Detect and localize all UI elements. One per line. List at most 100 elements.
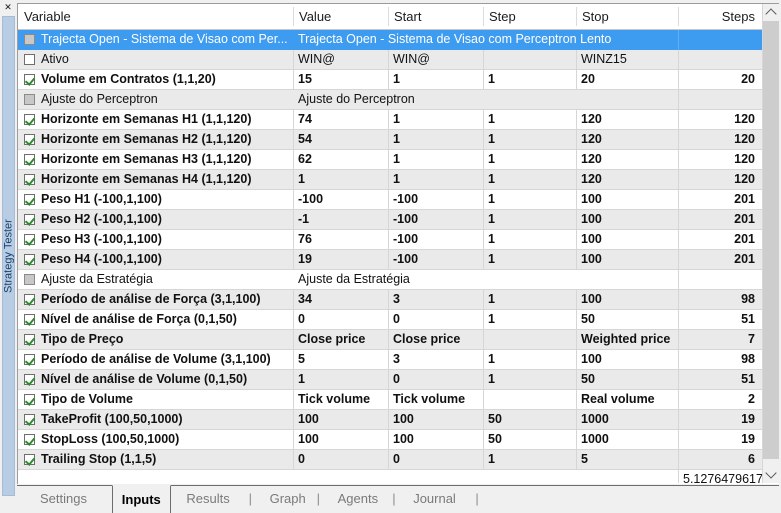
close-icon[interactable]: ✕ [0, 0, 16, 14]
column-header-stop[interactable]: Stop [576, 4, 678, 29]
cell-start[interactable]: 3 [388, 290, 483, 309]
cell-value[interactable]: 34 [293, 290, 388, 309]
checkbox-checked[interactable] [24, 234, 35, 245]
vertical-scrollbar[interactable] [762, 4, 779, 483]
cell-start[interactable]: 1 [388, 130, 483, 149]
cell-start[interactable]: 1 [388, 170, 483, 189]
cell-stop[interactable]: 100 [576, 350, 678, 369]
cell-variable[interactable]: Trailing Stop (1,1,5) [18, 450, 293, 469]
cell-variable[interactable]: Ajuste da Estratégia [18, 270, 293, 289]
cell-stop[interactable]: Weighted price [576, 330, 678, 349]
column-header-steps[interactable]: Steps [678, 4, 763, 29]
cell-variable[interactable]: Horizonte em Semanas H3 (1,1,120) [18, 150, 293, 169]
cell-start[interactable]: 1 [388, 110, 483, 129]
cell-stop[interactable]: 20 [576, 70, 678, 89]
checkbox-checked[interactable] [24, 194, 35, 205]
cell-steps[interactable] [678, 30, 763, 49]
cell-stop[interactable]: 100 [576, 290, 678, 309]
table-row[interactable]: Nível de análise de Volume (0,1,50) 1 0 1 50… [18, 370, 763, 390]
checkbox-checked[interactable] [24, 134, 35, 145]
cell-steps[interactable]: 201 [678, 250, 763, 269]
cell-value[interactable]: 15 [293, 70, 388, 89]
cell-variable[interactable]: Volume em Contratos (1,1,20) [18, 70, 293, 89]
cell-step[interactable] [483, 50, 576, 69]
cell-value[interactable]: 0 [293, 310, 388, 329]
checkbox-checked[interactable] [24, 374, 35, 385]
cell-value[interactable]: -100 [293, 190, 388, 209]
column-divider[interactable] [678, 7, 679, 26]
column-divider[interactable] [483, 7, 484, 26]
scroll-down-button[interactable] [763, 466, 779, 483]
tab-settings[interactable]: Settings [31, 486, 96, 512]
cell-steps[interactable] [678, 50, 763, 69]
cell-stop[interactable]: 5 [576, 450, 678, 469]
cell-start[interactable]: Close price [388, 330, 483, 349]
cell-variable[interactable]: Período de análise de Força (3,1,100) [18, 290, 293, 309]
cell-stop[interactable]: 1000 [576, 410, 678, 429]
cell-step[interactable]: 1 [483, 190, 576, 209]
table-row[interactable]: StopLoss (100,50,1000) 100 100 50 1000 19 [18, 430, 763, 450]
scrollbar-thumb[interactable] [763, 21, 779, 459]
table-row[interactable]: Tipo de Preço Close price Close price Weigh… [18, 330, 763, 350]
cell-steps[interactable]: 19 [678, 430, 763, 449]
cell-value[interactable]: 100 [293, 430, 388, 449]
cell-step[interactable]: 50 [483, 410, 576, 429]
cell-value[interactable]: WIN@ [293, 50, 388, 69]
cell-value[interactable]: 100 [293, 410, 388, 429]
cell-steps[interactable] [678, 90, 763, 109]
table-row[interactable]: Horizonte em Semanas H3 (1,1,120) 62 1 1 120… [18, 150, 763, 170]
checkbox-grey[interactable] [24, 34, 35, 45]
cell-stop[interactable]: 120 [576, 130, 678, 149]
cell-steps[interactable]: 98 [678, 350, 763, 369]
tab-graph[interactable]: Graph [261, 486, 315, 512]
table-row[interactable]: Ajuste da Estratégia Ajuste da Estratégia [18, 270, 763, 290]
cell-variable[interactable]: Peso H2 (-100,1,100) [18, 210, 293, 229]
cell-stop[interactable]: WINZ15 [576, 50, 678, 69]
table-row[interactable]: Trailing Stop (1,1,5) 0 0 1 5 6 [18, 450, 763, 470]
cell-steps[interactable]: 20 [678, 70, 763, 89]
checkbox-checked[interactable] [24, 294, 35, 305]
table-row[interactable]: Horizonte em Semanas H2 (1,1,120) 54 1 1 120… [18, 130, 763, 150]
cell-step[interactable]: 1 [483, 230, 576, 249]
cell-stop[interactable]: 100 [576, 230, 678, 249]
column-header-step[interactable]: Step [483, 4, 576, 29]
cell-steps[interactable]: 6 [678, 450, 763, 469]
tab-journal[interactable]: Journal [404, 486, 465, 512]
cell-start[interactable]: -100 [388, 230, 483, 249]
cell-step[interactable]: 1 [483, 170, 576, 189]
tab-inputs[interactable]: Inputs [111, 485, 171, 513]
table-row[interactable]: Período de análise de Volume (3,1,100) 5 3… [18, 350, 763, 370]
checkbox-checked[interactable] [24, 394, 35, 405]
cell-variable[interactable]: Horizonte em Semanas H4 (1,1,120) [18, 170, 293, 189]
cell-start[interactable]: 100 [388, 430, 483, 449]
cell-variable[interactable]: Trajecta Open - Sistema de Visao com Per… [18, 30, 293, 49]
column-divider[interactable] [388, 7, 389, 26]
cell-stop[interactable]: 100 [576, 190, 678, 209]
cell-steps[interactable]: 120 [678, 110, 763, 129]
cell-step[interactable]: 1 [483, 370, 576, 389]
cell-steps[interactable] [678, 270, 763, 289]
column-divider[interactable] [293, 7, 294, 26]
cell-variable[interactable]: Ativo [18, 50, 293, 69]
cell-start[interactable]: 1 [388, 150, 483, 169]
cell-variable[interactable]: Peso H3 (-100,1,100) [18, 230, 293, 249]
cell-variable[interactable]: Ajuste do Perceptron [18, 90, 293, 109]
cell-value[interactable]: 0 [293, 450, 388, 469]
cell-variable[interactable]: Nível de análise de Força (0,1,50) [18, 310, 293, 329]
table-row[interactable]: Volume em Contratos (1,1,20) 15 1 1 20 20 [18, 70, 763, 90]
cell-value[interactable]: 54 [293, 130, 388, 149]
cell-step[interactable]: 1 [483, 210, 576, 229]
cell-variable[interactable]: Horizonte em Semanas H1 (1,1,120) [18, 110, 293, 129]
cell-stop[interactable]: 120 [576, 150, 678, 169]
cell-start[interactable]: 100 [388, 410, 483, 429]
cell-value[interactable]: 62 [293, 150, 388, 169]
cell-value[interactable]: Tick volume [293, 390, 388, 409]
cell-steps[interactable]: 120 [678, 170, 763, 189]
cell-steps[interactable]: 7 [678, 330, 763, 349]
checkbox-checked[interactable] [24, 114, 35, 125]
cell-variable[interactable]: Período de análise de Volume (3,1,100) [18, 350, 293, 369]
cell-stop[interactable]: 120 [576, 170, 678, 189]
checkbox-checked[interactable] [24, 454, 35, 465]
cell-start[interactable]: 0 [388, 370, 483, 389]
cell-start[interactable]: -100 [388, 190, 483, 209]
